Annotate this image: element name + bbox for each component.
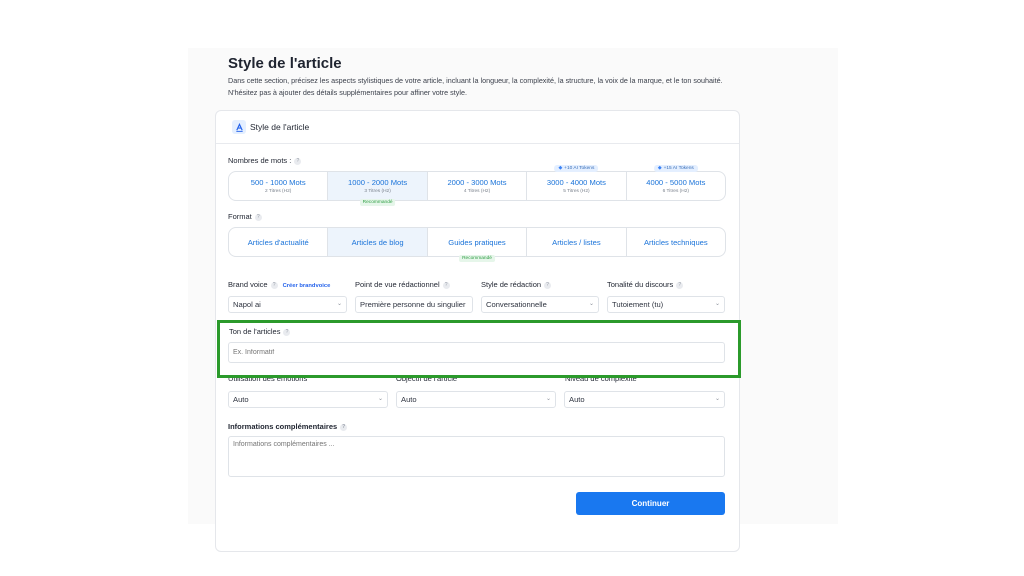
format-selector: Articles d'actualité Articles de blog Gu… — [228, 227, 726, 262]
token-badge: ◆ +10 AI Tokens — [554, 165, 599, 172]
point-of-view-label-text: Point de vue rédactionnel — [355, 280, 440, 289]
option-label: 2000 - 3000 Mots — [447, 178, 507, 187]
format-label-text: Format — [228, 212, 252, 221]
token-badge: ◆ +15 AI Tokens — [653, 165, 698, 172]
help-icon[interactable]: ? — [254, 213, 262, 221]
option-sub: 4 Titres (H2) — [463, 189, 491, 194]
token-text: +10 AI Tokens — [564, 166, 595, 171]
word-count-option-3000-4000[interactable]: ◆ +10 AI Tokens 3000 - 4000 Mots 5 Titres… — [527, 165, 627, 200]
help-icon[interactable]: ? — [294, 157, 302, 165]
brand-voice-label: Brand voice? Créer brandvoice — [228, 280, 330, 289]
option-label: 3000 - 4000 Mots — [546, 178, 606, 187]
select-value: Conversationnelle — [486, 300, 547, 309]
chevron-down-icon: ⌄ — [545, 396, 551, 402]
complexity-select[interactable]: Auto ⌄ — [564, 391, 725, 408]
extra-info-textarea[interactable] — [228, 436, 725, 477]
diamond-icon: ◆ — [558, 166, 563, 171]
extra-info-label-text: Informations complémentaires — [228, 422, 338, 431]
point-of-view-select[interactable]: Première personne du singulier — [355, 296, 473, 313]
article-tone-label: Ton de l'articles? — [229, 327, 291, 336]
chevron-down-icon: ⌄ — [377, 396, 383, 402]
page-title: Style de l'article — [228, 55, 342, 72]
tone-discourse-label-text: Tonalité du discours — [607, 280, 674, 289]
select-value: Auto — [569, 395, 585, 404]
article-tone-input[interactable] — [228, 342, 725, 363]
writing-style-select[interactable]: Conversationnelle ⌄ — [481, 296, 599, 313]
option-sub: 2 Titres (H2) — [265, 189, 292, 194]
format-option-news[interactable]: Articles d'actualité — [229, 228, 329, 256]
option-label: Guides pratiques — [448, 237, 506, 247]
select-value: Auto — [401, 395, 417, 404]
card-title: Style de l'article — [250, 122, 310, 132]
objective-select[interactable]: Auto ⌄ — [396, 391, 556, 408]
help-icon[interactable]: ? — [340, 423, 348, 431]
option-label: Articles / listes — [552, 237, 601, 247]
option-label: 1000 - 2000 Mots — [348, 178, 408, 187]
page-description: Dans cette section, précisez les aspects… — [228, 76, 723, 97]
option-sub: 6 Titres (H2) — [662, 189, 690, 194]
recommended-badge: Recommandé — [359, 199, 396, 206]
help-icon[interactable]: ? — [270, 281, 278, 289]
word-count-label-text: Nombres de mots : — [228, 156, 292, 165]
brand-voice-select[interactable]: Napol ai ⌄ — [228, 296, 347, 313]
option-label: 4000 - 5000 Mots — [646, 178, 706, 187]
text-style-icon — [232, 120, 246, 134]
chevron-down-icon: ⌄ — [714, 301, 720, 307]
option-label: Articles de blog — [351, 237, 404, 247]
option-label: Articles techniques — [643, 237, 708, 247]
format-option-lists[interactable]: Articles / listes — [527, 228, 627, 256]
writing-style-label-text: Style de rédaction — [481, 280, 542, 289]
card-header: Style de l'article — [216, 111, 739, 144]
diamond-icon: ◆ — [657, 166, 662, 171]
format-option-technical[interactable]: Articles techniques — [627, 228, 725, 256]
chevron-down-icon: ⌄ — [336, 301, 342, 307]
create-brandvoice-link[interactable]: Créer brandvoice — [283, 283, 331, 289]
format-option-guides[interactable]: Guides pratiques Recommandé — [428, 228, 528, 262]
recommended-badge: Recommandé — [459, 255, 495, 262]
format-label: Format? — [228, 212, 262, 221]
option-label: Articles d'actualité — [247, 237, 309, 247]
select-value: Napol ai — [233, 300, 261, 309]
article-tone-label-text: Ton de l'articles — [229, 327, 281, 336]
brand-voice-label-text: Brand voice — [228, 280, 268, 289]
word-count-label: Nombres de mots :? — [228, 156, 302, 165]
tone-discourse-label: Tonalité du discours? — [607, 280, 684, 289]
emotions-select[interactable]: Auto ⌄ — [228, 391, 388, 408]
word-count-option-500-1000[interactable]: 500 - 1000 Mots 2 Titres (H2) — [229, 172, 329, 200]
chevron-down-icon: ⌄ — [588, 301, 594, 307]
help-icon[interactable]: ? — [676, 281, 684, 289]
option-sub: 5 Titres (H2) — [563, 189, 590, 194]
point-of-view-label: Point de vue rédactionnel? — [355, 280, 450, 289]
help-icon[interactable]: ? — [442, 281, 450, 289]
select-value: Tutoiement (tu) — [612, 300, 664, 309]
word-count-selector: 500 - 1000 Mots 2 Titres (H2) 1000 - 200… — [228, 165, 726, 206]
word-count-option-2000-3000[interactable]: 2000 - 3000 Mots 4 Titres (H2) — [428, 172, 528, 200]
help-icon[interactable]: ? — [283, 328, 291, 336]
select-value: Première personne du singulier — [360, 300, 466, 309]
tone-discourse-select[interactable]: Tutoiement (tu) ⌄ — [607, 296, 725, 313]
chevron-down-icon: ⌄ — [714, 396, 720, 402]
option-label: 500 - 1000 Mots — [250, 178, 306, 187]
writing-style-label: Style de rédaction? — [481, 280, 552, 289]
format-option-blog[interactable]: Articles de blog — [328, 228, 428, 256]
continue-button[interactable]: Continuer — [576, 492, 725, 515]
extra-info-label: Informations complémentaires? — [228, 422, 348, 431]
help-icon[interactable]: ? — [544, 281, 552, 289]
word-count-option-1000-2000[interactable]: 1000 - 2000 Mots 3 Titres (H2) Recommand… — [328, 172, 428, 206]
option-sub: 3 Titres (H2) — [364, 189, 391, 194]
select-value: Auto — [233, 395, 249, 404]
word-count-option-4000-5000[interactable]: ◆ +15 AI Tokens 4000 - 5000 Mots 6 Titres… — [627, 165, 725, 200]
token-text: +15 AI Tokens — [663, 166, 694, 171]
